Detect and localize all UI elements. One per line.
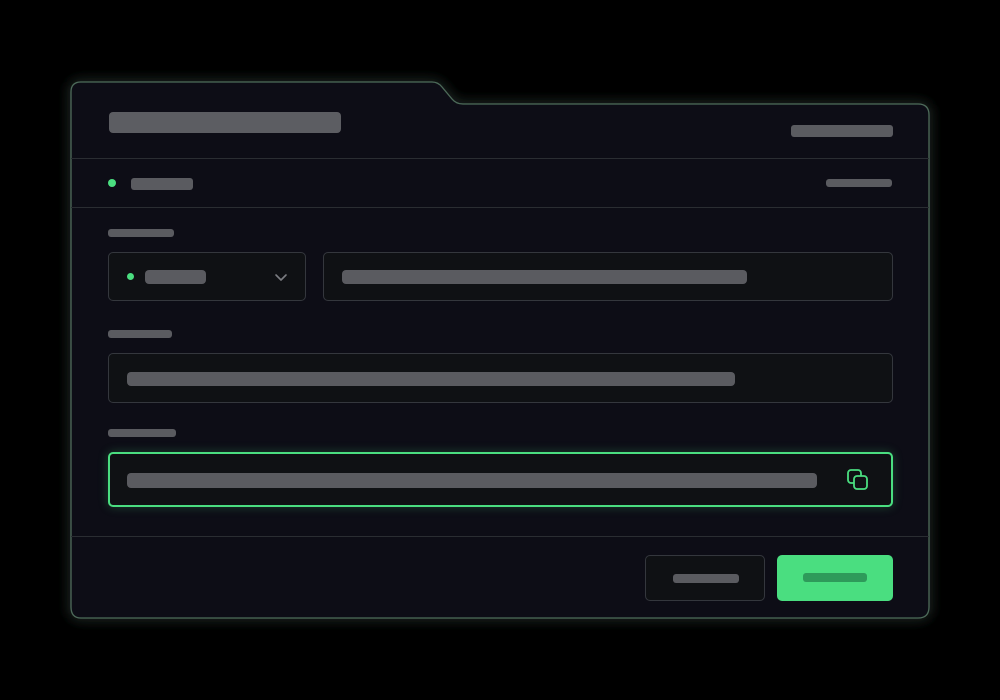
cancel-button-label xyxy=(673,574,739,583)
field-1-label xyxy=(108,229,174,237)
form-panel xyxy=(71,82,929,618)
status-divider xyxy=(71,207,929,208)
header-divider xyxy=(71,158,929,159)
cancel-button[interactable] xyxy=(645,555,765,601)
field-2-input[interactable] xyxy=(108,353,893,403)
status-meta xyxy=(826,179,892,187)
field-3-value xyxy=(127,473,817,488)
footer-divider xyxy=(71,536,929,537)
select-value xyxy=(145,270,206,284)
field-2-label xyxy=(108,330,172,338)
confirm-button[interactable] xyxy=(777,555,893,601)
status-label xyxy=(131,178,193,190)
chevron-down-icon xyxy=(275,274,287,281)
status-dot xyxy=(108,179,116,187)
copy-icon[interactable] xyxy=(845,467,871,493)
select-status-dot xyxy=(127,273,134,280)
panel-title xyxy=(109,112,341,133)
field-1-value xyxy=(342,270,747,284)
confirm-button-label xyxy=(803,573,867,582)
status-select[interactable] xyxy=(108,252,306,301)
field-1-input[interactable] xyxy=(323,252,893,301)
field-3-input[interactable] xyxy=(108,452,893,507)
field-3-label xyxy=(108,429,176,437)
app-stage xyxy=(0,0,1000,700)
field-2-value xyxy=(127,372,735,386)
header-meta xyxy=(791,125,893,137)
